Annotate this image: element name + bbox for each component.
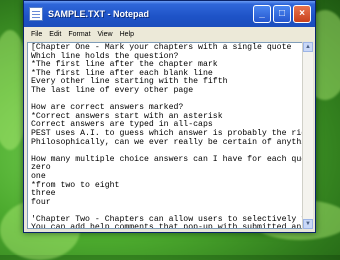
text-editor[interactable]: [Chapter One - Mark your chapters with a… bbox=[27, 42, 303, 229]
text-line: four bbox=[31, 197, 51, 207]
scroll-up-arrow-icon[interactable]: ▲ bbox=[303, 42, 313, 52]
menu-format[interactable]: Format bbox=[68, 31, 90, 38]
maximize-button[interactable]: □ bbox=[273, 5, 291, 23]
minimize-button[interactable]: _ bbox=[253, 5, 271, 23]
text-line: The last line of every other page bbox=[31, 85, 194, 95]
text-line: You can add help comments that pop-up wi… bbox=[31, 223, 303, 229]
menu-edit[interactable]: Edit bbox=[49, 31, 61, 38]
menu-help[interactable]: Help bbox=[120, 31, 134, 38]
text-line: *from two to eight bbox=[31, 180, 120, 190]
vertical-scrollbar[interactable]: ▲ ▼ bbox=[302, 42, 313, 229]
text-line: How many multiple choice answers can I h… bbox=[31, 154, 302, 164]
text-line: three bbox=[31, 189, 56, 199]
text-line: Philosophically, can we ever really be c… bbox=[31, 137, 303, 147]
title-bar[interactable]: SAMPLE.TXT - Notepad _ □ × bbox=[24, 1, 315, 27]
close-button[interactable]: × bbox=[293, 5, 311, 23]
notepad-window[interactable]: SAMPLE.TXT - Notepad _ □ × File Edit For… bbox=[23, 0, 316, 233]
menu-bar: File Edit Format View Help bbox=[24, 27, 315, 41]
window-title: SAMPLE.TXT - Notepad bbox=[48, 9, 149, 19]
text-line: zero bbox=[31, 163, 51, 173]
menu-view[interactable]: View bbox=[98, 31, 113, 38]
text-content[interactable]: [Chapter One - Mark your chapters with a… bbox=[31, 43, 303, 229]
notepad-icon[interactable] bbox=[29, 7, 43, 21]
menu-file[interactable]: File bbox=[31, 31, 42, 38]
window-controls: _ □ × bbox=[253, 5, 311, 23]
scroll-down-arrow-icon[interactable]: ▼ bbox=[303, 219, 313, 229]
